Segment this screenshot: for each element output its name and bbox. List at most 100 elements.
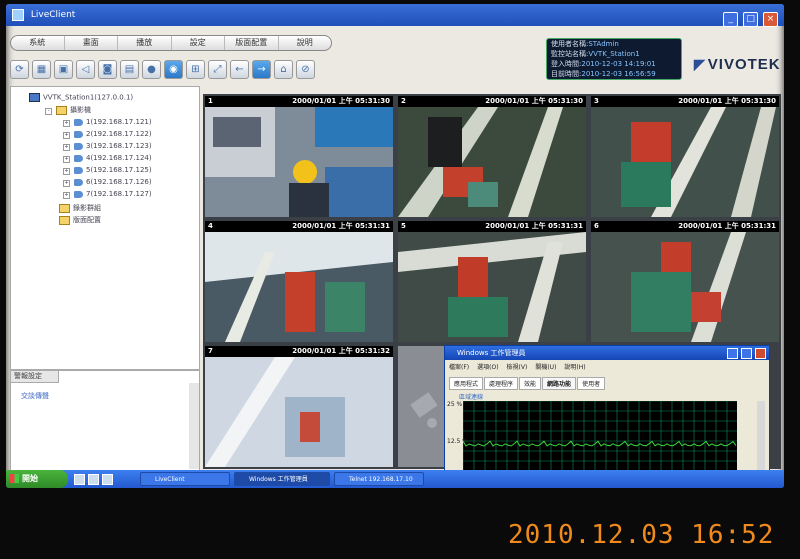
menu-settings[interactable]: 設定	[172, 36, 225, 50]
tree-camera-7[interactable]: +7(192.168.17.127)	[63, 190, 152, 199]
tab-alarm[interactable]: 警報設定	[11, 371, 59, 383]
expand-icon[interactable]: +	[63, 132, 70, 139]
minimize-button[interactable]: _	[723, 12, 739, 27]
expand-icon[interactable]: +	[63, 168, 70, 175]
tm-menu-view[interactable]: 檢視(V)	[507, 362, 528, 371]
expand-icon[interactable]: +	[63, 192, 70, 199]
tree-layout[interactable]: 版面配置	[59, 215, 101, 225]
network-adapter-label: 區域連線	[459, 394, 484, 401]
maximize-button[interactable]: □	[743, 12, 759, 27]
back-icon[interactable]: ←	[230, 60, 249, 79]
camera-active-icon[interactable]: ◉	[164, 60, 183, 79]
expand-icon[interactable]: +	[63, 120, 70, 127]
video-tile-1[interactable]: 1 2000/01/01 上午 05:31:30	[205, 96, 393, 217]
windows-flag-icon	[10, 474, 19, 483]
explorer-icon[interactable]	[88, 474, 99, 485]
menu-help[interactable]: 說明	[279, 36, 332, 50]
refresh-icon[interactable]: ⟳	[10, 60, 29, 79]
app-icon	[12, 8, 24, 21]
menu-layout[interactable]: 版面配置	[225, 36, 279, 50]
camera-feed-6	[591, 232, 779, 342]
grid-icon[interactable]: ⊞	[186, 60, 205, 79]
tab-users[interactable]: 使用者	[577, 377, 606, 390]
video-tile-2[interactable]: 2 2000/01/01 上午 05:31:30	[398, 96, 586, 217]
folder-icon	[56, 105, 67, 115]
tm-menu-shutdown[interactable]: 關機(U)	[535, 362, 556, 371]
tree-recording-group[interactable]: 錄影群組	[59, 203, 101, 213]
expand-icon[interactable]: +	[63, 156, 70, 163]
session-info: 使用者名稱:STAdmin 監控站名稱:VVTK_Station1 登入時間:2…	[546, 38, 682, 80]
device-tree: VVTK_Station1(127.0.0.1) - 攝影機 +1(192.168…	[10, 86, 200, 370]
task-manager-menu: 檔案(F) 選項(O) 檢視(V) 關機(U) 說明(H)	[449, 362, 586, 371]
panel-scrollbar[interactable]	[189, 383, 199, 469]
camera-icon	[74, 178, 83, 186]
tree-camera-4[interactable]: +4(192.168.17.124)	[63, 154, 152, 163]
tree-camera-1[interactable]: +1(192.168.17.121)	[63, 118, 152, 127]
tm-maximize-button[interactable]	[740, 348, 752, 359]
camera-feed-7	[205, 357, 393, 467]
network-usage-line	[463, 440, 737, 447]
video-tile-6[interactable]: 6 2000/01/01 上午 05:31:31	[591, 221, 779, 342]
tm-menu-options[interactable]: 選項(O)	[477, 362, 498, 371]
lock-icon[interactable]: ▣	[54, 60, 73, 79]
menu-system[interactable]: 系統	[11, 36, 65, 50]
audio-icon[interactable]: ◁	[76, 60, 95, 79]
record-icon[interactable]: ●	[142, 60, 161, 79]
tree-camera-3[interactable]: +3(192.168.17.123)	[63, 142, 152, 151]
close-button[interactable]: ×	[763, 12, 778, 27]
tm-minimize-button[interactable]	[726, 348, 738, 359]
camera-feed-3	[591, 107, 779, 217]
tm-close-button[interactable]	[755, 348, 766, 359]
expand-icon[interactable]: +	[63, 180, 70, 187]
fullscreen-icon[interactable]: ⤢	[208, 60, 227, 79]
snapshot-icon[interactable]: ◙	[98, 60, 117, 79]
talk-label[interactable]: 交談傳聲	[21, 391, 49, 401]
tm-menu-help[interactable]: 說明(H)	[564, 362, 585, 371]
camera-icon	[74, 142, 83, 150]
task-telnet[interactable]: Telnet 192.168.17.10	[334, 472, 424, 486]
video-tile-7[interactable]: 7 2000/01/01 上午 05:31:32	[205, 346, 393, 467]
media-player-icon[interactable]	[102, 474, 113, 485]
tree-root[interactable]: VVTK_Station1(127.0.0.1)	[29, 93, 133, 102]
folder-icon	[59, 215, 70, 225]
client-screen: LiveClient _ □ × 系統 畫面 播放 設定 版面配置 說明 ⟳ ▦…	[6, 4, 784, 488]
taskbar: 開始 LiveClient Windows 工作管理員 Telnet 192.1…	[6, 470, 784, 488]
menu-view[interactable]: 畫面	[65, 36, 118, 50]
tree-camera-group[interactable]: - 攝影機	[45, 105, 91, 115]
tree-camera-5[interactable]: +5(192.168.17.125)	[63, 166, 152, 175]
start-button[interactable]: 開始	[6, 470, 68, 488]
task-liveclient[interactable]: LiveClient	[140, 472, 230, 486]
tm-menu-file[interactable]: 檔案(F)	[449, 362, 469, 371]
layout-icon[interactable]: ▦	[32, 60, 51, 79]
tm-scrollbar[interactable]	[757, 401, 765, 481]
camera-feed-5	[398, 232, 586, 342]
camera-feed-2	[398, 107, 586, 217]
video-tile-3[interactable]: 3 2000/01/01 上午 05:31:30	[591, 96, 779, 217]
video-tile-5[interactable]: 5 2000/01/01 上午 05:31:31	[398, 221, 586, 342]
photo-date-stamp: 2010.12.03 16:52	[508, 520, 775, 550]
tab-performance[interactable]: 效能	[519, 377, 542, 390]
tab-networking[interactable]: 網路功能	[542, 377, 577, 390]
vivotek-logo: ◤ VIVOTEK	[694, 56, 781, 73]
camera-icon	[74, 154, 83, 162]
show-desktop-icon[interactable]	[74, 474, 85, 485]
camera-icon	[74, 130, 83, 138]
menu-playback[interactable]: 播放	[118, 36, 172, 50]
quick-launch	[74, 474, 113, 485]
tree-camera-2[interactable]: +2(192.168.17.122)	[63, 130, 152, 139]
disable-icon[interactable]: ⊘	[296, 60, 315, 79]
tab-applications[interactable]: 應用程式	[449, 377, 484, 390]
info-current-time: 目前時間:2010-12-03 16:56:59	[551, 70, 656, 78]
menu-bar: 系統 畫面 播放 設定 版面配置 說明	[10, 35, 332, 51]
expand-icon[interactable]: +	[63, 144, 70, 151]
tree-camera-6[interactable]: +6(192.168.17.126)	[63, 178, 152, 187]
tab-processes[interactable]: 處理程序	[484, 377, 519, 390]
print-icon[interactable]: ▤	[120, 60, 139, 79]
logo-mark-icon: ◤	[694, 56, 706, 72]
patrol-icon[interactable]: ⌂	[274, 60, 293, 79]
collapse-icon[interactable]: -	[45, 108, 52, 115]
task-manager-tabs: 應用程式 處理程序 效能 網路功能 使用者	[449, 377, 606, 390]
video-tile-4[interactable]: 4 2000/01/01 上午 05:31:31	[205, 221, 393, 342]
task-task-manager[interactable]: Windows 工作管理員	[234, 472, 330, 486]
forward-icon[interactable]: →	[252, 60, 271, 79]
